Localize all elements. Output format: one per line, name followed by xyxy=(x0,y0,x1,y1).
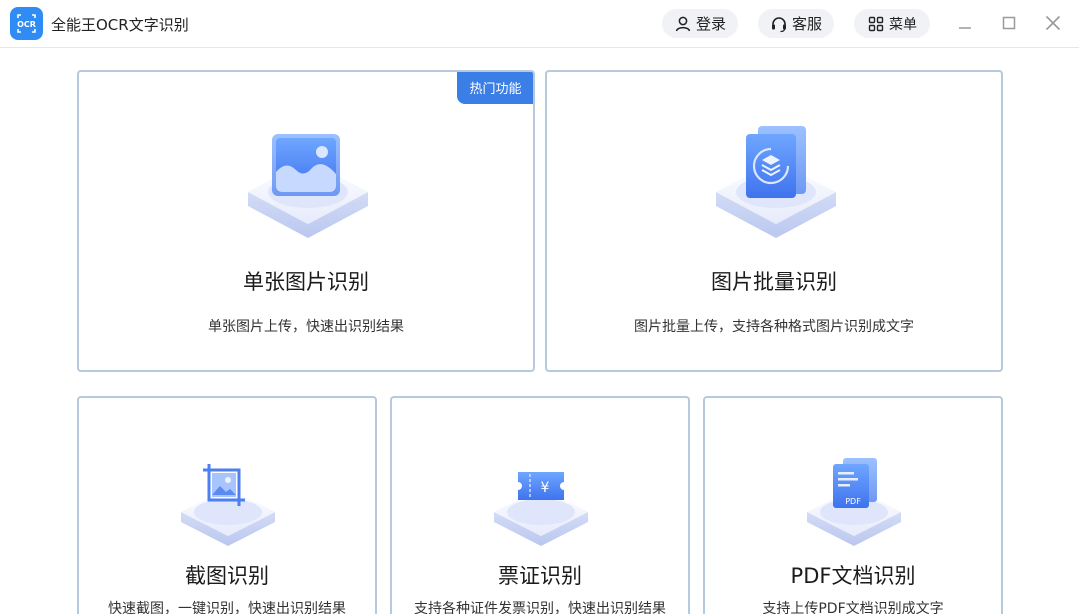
screenshot-recognition-card[interactable]: 截图识别 快速截图，一键识别，快速出识别结果 xyxy=(77,396,377,614)
user-icon xyxy=(674,15,692,33)
customer-service-button[interactable]: 客服 xyxy=(758,9,834,38)
single-image-recognition-card[interactable]: 热门功能 单张图片识别 单张图片上传，快速出识别结果 xyxy=(77,70,535,372)
app-logo: OCR xyxy=(10,7,43,40)
screenshot-title: 截图识别 xyxy=(185,564,269,588)
grid-menu-icon xyxy=(867,15,885,33)
app-title: 全能王OCR文字识别 xyxy=(51,16,189,34)
svg-text:OCR: OCR xyxy=(17,20,36,29)
login-label: 登录 xyxy=(695,15,726,33)
single-image-title: 单张图片识别 xyxy=(243,270,369,294)
headset-icon xyxy=(770,15,788,33)
maximize-icon[interactable] xyxy=(998,12,1020,34)
ticket-icon: ¥ xyxy=(494,472,588,546)
login-button[interactable]: 登录 xyxy=(662,9,738,38)
ticket-title: 票证识别 xyxy=(498,564,582,588)
batch-images-icon xyxy=(716,126,836,238)
svg-text:¥: ¥ xyxy=(541,480,550,496)
menu-label: 菜单 xyxy=(889,16,917,33)
hot-feature-badge: 热门功能 xyxy=(457,72,533,104)
batch-image-desc: 图片批量上传，支持各种格式图片识别成文字 xyxy=(634,319,914,335)
service-label: 客服 xyxy=(791,15,822,33)
pdf-icon-label: PDF xyxy=(845,497,861,506)
batch-image-title: 图片批量识别 xyxy=(711,270,837,294)
pdf-title: PDF文档识别 xyxy=(790,564,916,588)
minimize-icon[interactable] xyxy=(954,12,976,34)
single-image-desc: 单张图片上传，快速出识别结果 xyxy=(208,319,404,335)
ticket-desc: 支持各种证件发票识别，快速出识别结果 xyxy=(414,601,666,614)
pdf-recognition-card[interactable]: PDF PDF文档识别 支持上传PDF文档识别成文字 xyxy=(703,396,1003,614)
batch-image-recognition-card[interactable]: 图片批量识别 图片批量上传，支持各种格式图片识别成文字 xyxy=(545,70,1003,372)
title-bar: OCR 全能王OCR文字识别 登录 客服 菜单 xyxy=(0,0,1079,48)
crop-icon xyxy=(181,464,275,546)
screenshot-desc: 快速截图，一键识别，快速出识别结果 xyxy=(108,601,346,614)
pdf-document-icon: PDF xyxy=(807,458,901,546)
image-icon xyxy=(248,134,368,238)
pdf-desc: 支持上传PDF文档识别成文字 xyxy=(762,601,944,614)
menu-button[interactable]: 菜单 xyxy=(854,9,930,38)
ticket-recognition-card[interactable]: ¥ 票证识别 支持各种证件发票识别，快速出识别结果 xyxy=(390,396,690,614)
close-icon[interactable] xyxy=(1042,12,1064,34)
